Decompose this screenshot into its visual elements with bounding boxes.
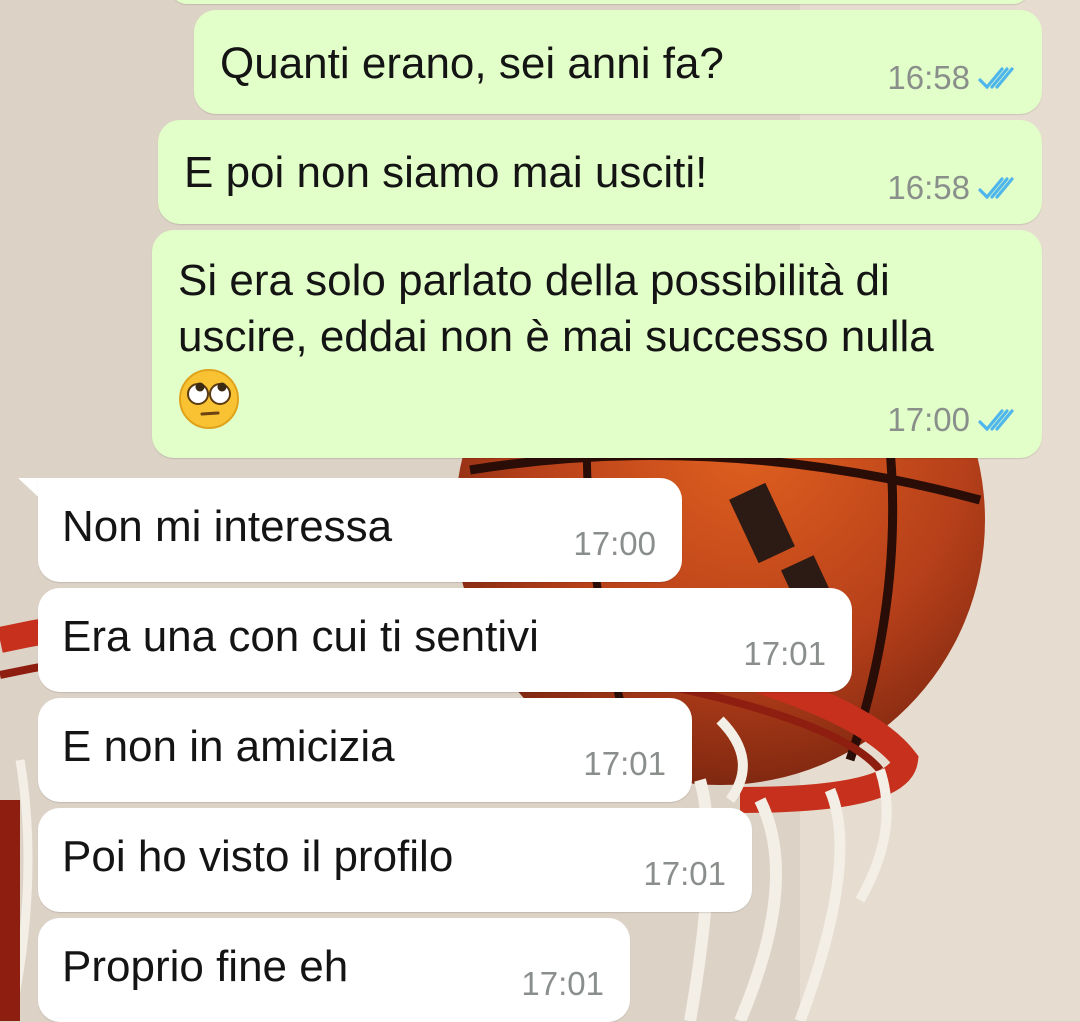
message-time: 17:01 <box>583 745 666 782</box>
read-receipt-icon <box>978 409 1014 432</box>
message-meta: 16:58 <box>887 170 1020 206</box>
message-text: Quanti erano, sei anni fa? <box>220 39 724 88</box>
outgoing-message-bubble[interactable]: Quanti erano, sei anni fa? 16:58 <box>194 10 1042 114</box>
message-text: E non in amicizia <box>62 722 395 771</box>
message-time: 16:58 <box>887 59 970 96</box>
read-receipt-icon <box>978 177 1014 200</box>
message-time: 17:00 <box>573 525 656 562</box>
message-meta: 17:00 <box>887 402 1020 438</box>
incoming-message-bubble[interactable]: Proprio fine eh 17:01 <box>38 918 630 1022</box>
incoming-message-bubble[interactable]: Non mi interessa 17:00 <box>38 478 682 582</box>
message-time: 17:00 <box>887 401 970 438</box>
message-text-line: Si era solo parlato della possibilità di <box>178 256 890 305</box>
message-meta: 17:01 <box>521 966 604 1002</box>
message-text: Proprio fine eh <box>62 942 349 991</box>
message-meta: 17:01 <box>643 856 726 892</box>
read-receipt-icon <box>978 67 1014 90</box>
rolling-eyes-emoji-icon <box>179 369 239 429</box>
message-meta: 17:01 <box>583 746 666 782</box>
message-text: Poi ho visto il profilo <box>62 832 454 881</box>
message-meta: 17:00 <box>573 526 656 562</box>
message-meta: 17:01 <box>743 636 826 672</box>
outgoing-message-bubble[interactable]: Si era solo parlato della possibilità di… <box>152 230 1042 458</box>
message-text: Era una con cui ti sentivi <box>62 612 539 661</box>
message-meta: 16:58 <box>887 60 1020 96</box>
incoming-message-bubble[interactable]: Era una con cui ti sentivi 17:01 <box>38 588 852 692</box>
message-time: 16:58 <box>887 169 970 206</box>
incoming-message-bubble[interactable]: Poi ho visto il profilo 17:01 <box>38 808 752 912</box>
message-text: E poi non siamo mai usciti! <box>184 148 708 197</box>
outgoing-message-bubble[interactable]: E poi non siamo mai usciti! 16:58 <box>158 120 1042 224</box>
incoming-message-bubble[interactable]: E non in amicizia 17:01 <box>38 698 692 802</box>
message-time: 17:01 <box>743 635 826 672</box>
message-text: Non mi interessa <box>62 502 393 551</box>
message-text-line: uscire, eddai non è mai successo nulla <box>178 312 934 361</box>
message-time: 17:01 <box>643 855 726 892</box>
previous-message-bubble[interactable] <box>170 0 1030 4</box>
message-time: 17:01 <box>521 965 604 1002</box>
